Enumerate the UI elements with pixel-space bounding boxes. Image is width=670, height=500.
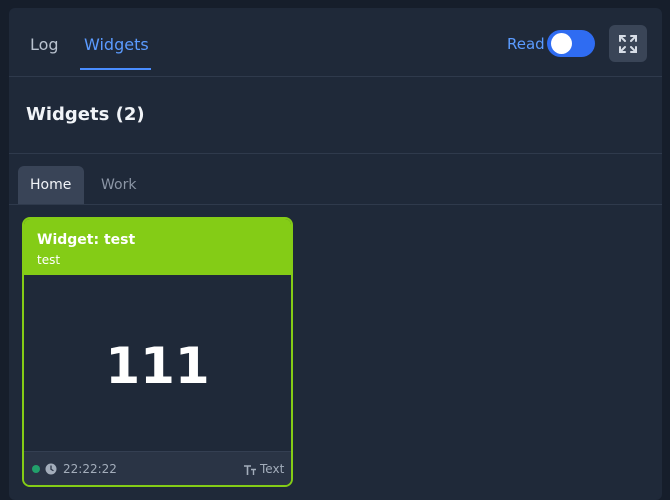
toggle-knob (551, 33, 572, 54)
widget-body: 111 (24, 275, 291, 451)
expand-button[interactable] (609, 25, 647, 62)
app-frame: Log Widgets Read Widgets (2) Home Work W… (9, 8, 662, 500)
widget-value: 111 (105, 337, 210, 395)
read-toggle[interactable] (547, 30, 595, 57)
page-title: Widgets (2) (26, 104, 145, 125)
widget-title: Widget: test (37, 232, 136, 248)
widgets-header: Widgets (2) (9, 77, 662, 154)
widget-type-label: Text (260, 462, 285, 476)
widget-footer: 22:22:22 Text (24, 451, 291, 485)
active-tab-indicator (80, 68, 151, 70)
status-dot-icon (32, 465, 40, 473)
widget-time: 22:22:22 (63, 462, 117, 476)
widget-card-header: Widget: test test (24, 219, 291, 275)
read-label: Read (507, 35, 545, 53)
tab-work[interactable]: Work (101, 177, 136, 193)
group-tabs: Home Work (9, 154, 662, 205)
tab-widgets[interactable]: Widgets (84, 35, 149, 54)
widget-subtitle: test (37, 253, 61, 267)
tab-home[interactable]: Home (18, 166, 84, 204)
widget-card[interactable]: Widget: test test 111 22:22:22 Text (22, 217, 293, 487)
clock-icon (45, 463, 57, 475)
expand-icon (619, 35, 637, 53)
top-bar: Log Widgets Read (9, 8, 662, 77)
text-type-icon (244, 465, 256, 475)
tab-home-label: Home (30, 177, 72, 193)
tab-log[interactable]: Log (30, 35, 59, 54)
